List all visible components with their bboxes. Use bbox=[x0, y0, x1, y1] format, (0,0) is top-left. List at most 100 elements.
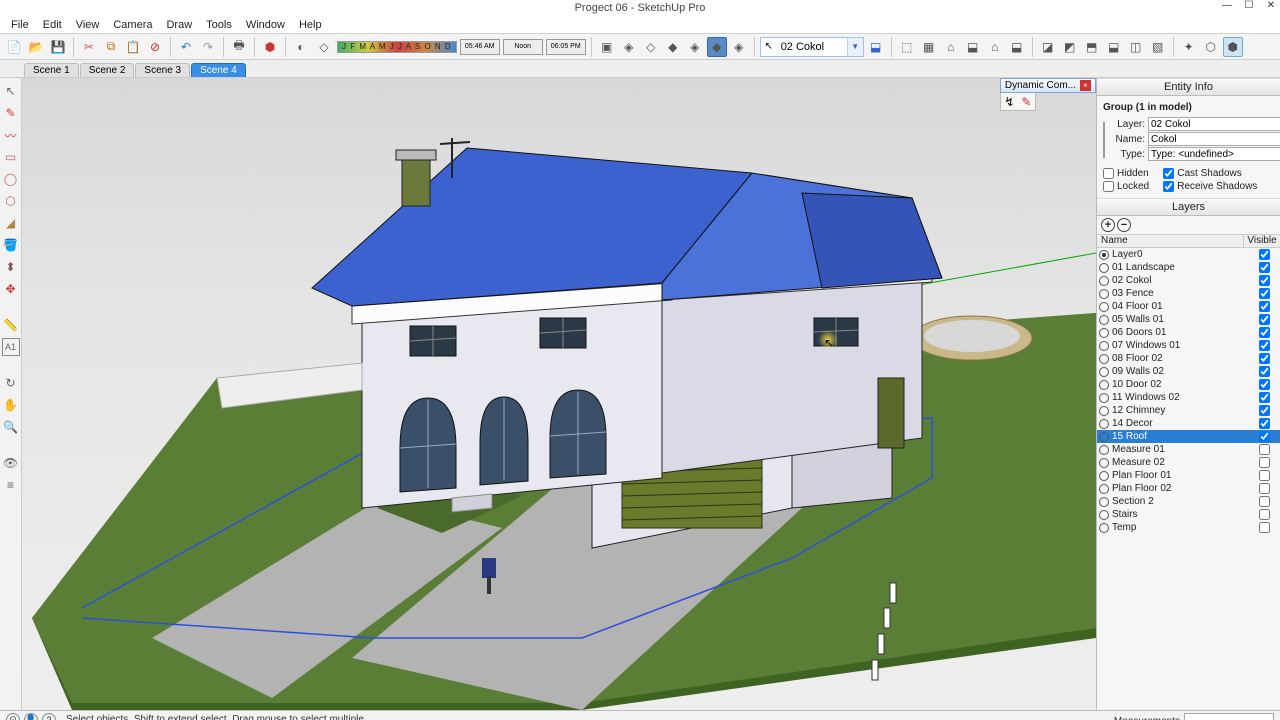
scene-tab[interactable]: Scene 2 bbox=[80, 63, 135, 77]
menu-tools[interactable]: Tools bbox=[199, 19, 239, 31]
sandbox-1[interactable]: ✦ bbox=[1179, 37, 1199, 57]
rectangle-tool[interactable]: ▭ bbox=[2, 148, 20, 166]
xray-button[interactable]: ▣ bbox=[597, 37, 617, 57]
print-button[interactable]: 🖶 bbox=[229, 37, 249, 57]
layer-visible-checkbox[interactable] bbox=[1259, 353, 1270, 364]
layer-row[interactable]: 14 Decor bbox=[1097, 417, 1280, 430]
layer-visible-checkbox[interactable] bbox=[1259, 431, 1270, 442]
credits-icon[interactable]: 👤 bbox=[24, 713, 38, 720]
layer-input[interactable] bbox=[777, 41, 847, 53]
back-view-button[interactable]: ⌂ bbox=[985, 37, 1005, 57]
cut-button[interactable]: ✂ bbox=[79, 37, 99, 57]
hidden-line-button[interactable]: ◇ bbox=[641, 37, 661, 57]
layer-row[interactable]: 07 Windows 01 bbox=[1097, 339, 1280, 352]
top-view-button[interactable]: ▦ bbox=[919, 37, 939, 57]
maximize-button[interactable]: ☐ bbox=[1242, 0, 1256, 11]
wireframe-button[interactable]: ◈ bbox=[619, 37, 639, 57]
measurements-input[interactable] bbox=[1184, 713, 1274, 720]
layer-row[interactable]: 09 Walls 02 bbox=[1097, 365, 1280, 378]
layer-row[interactable]: 05 Walls 01 bbox=[1097, 313, 1280, 326]
chevron-down-icon[interactable]: ▼ bbox=[847, 38, 863, 56]
shaded-button[interactable]: ◆ bbox=[663, 37, 683, 57]
menu-camera[interactable]: Camera bbox=[106, 19, 159, 31]
solid-tool-3[interactable]: ⬒ bbox=[1082, 37, 1102, 57]
zoom-tool[interactable]: 🔍 bbox=[2, 418, 20, 436]
entity-layer-input[interactable] bbox=[1148, 117, 1280, 131]
minimize-button[interactable]: — bbox=[1220, 0, 1234, 11]
iso-view-button[interactable]: ⬚ bbox=[897, 37, 917, 57]
layer-dropdown[interactable]: ↖ ▼ bbox=[760, 37, 864, 57]
paint-tool[interactable]: 🪣 bbox=[2, 236, 20, 254]
layer-visible-checkbox[interactable] bbox=[1259, 379, 1270, 390]
locked-checkbox[interactable]: Locked bbox=[1103, 181, 1149, 192]
layer-row[interactable]: Layer0 bbox=[1097, 248, 1280, 261]
left-view-button[interactable]: ⬓ bbox=[1007, 37, 1027, 57]
model-info-button[interactable]: ⬢ bbox=[260, 37, 280, 57]
sandbox-3[interactable]: ⬢ bbox=[1223, 37, 1243, 57]
layer-visible-checkbox[interactable] bbox=[1259, 405, 1270, 416]
sunset-time[interactable]: 06:05 PM bbox=[546, 39, 586, 55]
menu-file[interactable]: File bbox=[4, 19, 36, 31]
orbit-tool[interactable]: ↻ bbox=[2, 374, 20, 392]
right-view-button[interactable]: ⬓ bbox=[963, 37, 983, 57]
monochrome-button[interactable]: ◆ bbox=[707, 37, 727, 57]
polygon-tool[interactable]: ⬡ bbox=[2, 192, 20, 210]
section-tool[interactable]: 👁 bbox=[2, 454, 20, 472]
layer-row[interactable]: Measure 02 bbox=[1097, 456, 1280, 469]
layers-col-visible[interactable]: Visible bbox=[1244, 235, 1280, 247]
remove-layer-button[interactable]: − bbox=[1117, 218, 1131, 232]
menu-edit[interactable]: Edit bbox=[36, 19, 69, 31]
entity-info-header[interactable]: Entity Info bbox=[1097, 78, 1280, 96]
circle-tool[interactable]: ◯ bbox=[2, 170, 20, 188]
solid-tool-5[interactable]: ◫ bbox=[1126, 37, 1146, 57]
erase-button[interactable]: ⊘ bbox=[145, 37, 165, 57]
receive-shadows-checkbox[interactable]: Receive Shadows bbox=[1163, 181, 1257, 192]
month-slider[interactable]: J F M A M J J A S O N D bbox=[337, 41, 457, 53]
layer-visible-checkbox[interactable] bbox=[1259, 249, 1270, 260]
layer-row[interactable]: 03 Fence bbox=[1097, 287, 1280, 300]
layer-row[interactable]: 15 Roof bbox=[1097, 430, 1280, 443]
save-button[interactable]: 💾 bbox=[48, 37, 68, 57]
solid-tool-1[interactable]: ◪ bbox=[1038, 37, 1058, 57]
solid-tool-6[interactable]: ▧ bbox=[1148, 37, 1168, 57]
component-options-icon[interactable]: ↯ bbox=[1004, 95, 1014, 109]
eraser-tool[interactable]: ◢ bbox=[2, 214, 20, 232]
layer-visible-checkbox[interactable] bbox=[1259, 314, 1270, 325]
layer-visible-checkbox[interactable] bbox=[1259, 457, 1270, 468]
menu-help[interactable]: Help bbox=[292, 19, 329, 31]
open-file-button[interactable]: 📂 bbox=[26, 37, 46, 57]
cast-shadows-checkbox[interactable]: Cast Shadows bbox=[1163, 168, 1257, 179]
menu-window[interactable]: Window bbox=[239, 19, 292, 31]
geolocation-icon[interactable]: ⊙ bbox=[6, 713, 20, 720]
layer-visible-checkbox[interactable] bbox=[1259, 392, 1270, 403]
layer-row[interactable]: 10 Door 02 bbox=[1097, 378, 1280, 391]
layer-manager-button[interactable]: ⬓ bbox=[866, 37, 886, 57]
textured-button[interactable]: ◈ bbox=[685, 37, 705, 57]
pushpull-tool[interactable]: ⬍ bbox=[2, 258, 20, 276]
layer-visible-checkbox[interactable] bbox=[1259, 262, 1270, 273]
menu-view[interactable]: View bbox=[69, 19, 107, 31]
layer-row[interactable]: 12 Chimney bbox=[1097, 404, 1280, 417]
pan-tool[interactable]: ✋ bbox=[2, 396, 20, 414]
layer-visible-checkbox[interactable] bbox=[1259, 340, 1270, 351]
sandbox-2[interactable]: ⬡ bbox=[1201, 37, 1221, 57]
layer-row[interactable]: 04 Floor 01 bbox=[1097, 300, 1280, 313]
layer-row[interactable]: Plan Floor 01 bbox=[1097, 469, 1280, 482]
help-icon[interactable]: ? bbox=[42, 713, 56, 720]
menu-draw[interactable]: Draw bbox=[159, 19, 199, 31]
layer-visible-checkbox[interactable] bbox=[1259, 483, 1270, 494]
redo-button[interactable]: ↷ bbox=[198, 37, 218, 57]
solid-tool-4[interactable]: ⬓ bbox=[1104, 37, 1124, 57]
walk-tool[interactable]: ≡ bbox=[2, 476, 20, 494]
hidden-checkbox[interactable]: Hidden bbox=[1103, 168, 1149, 179]
dynamic-components-toolbar[interactable]: Dynamic Com...× ↯✎ bbox=[1000, 78, 1096, 111]
scene-tab[interactable]: Scene 4 bbox=[191, 63, 246, 77]
layer-row[interactable]: 02 Cokol bbox=[1097, 274, 1280, 287]
layer-row[interactable]: Measure 01 bbox=[1097, 443, 1280, 456]
layer-row[interactable]: 11 Windows 02 bbox=[1097, 391, 1280, 404]
new-file-button[interactable]: 📄 bbox=[4, 37, 24, 57]
sunrise-time[interactable]: 05:46 AM bbox=[460, 39, 500, 55]
close-icon[interactable]: × bbox=[1080, 80, 1091, 91]
layer-row[interactable]: Section 2 bbox=[1097, 495, 1280, 508]
layers-col-name[interactable]: Name bbox=[1097, 235, 1244, 247]
